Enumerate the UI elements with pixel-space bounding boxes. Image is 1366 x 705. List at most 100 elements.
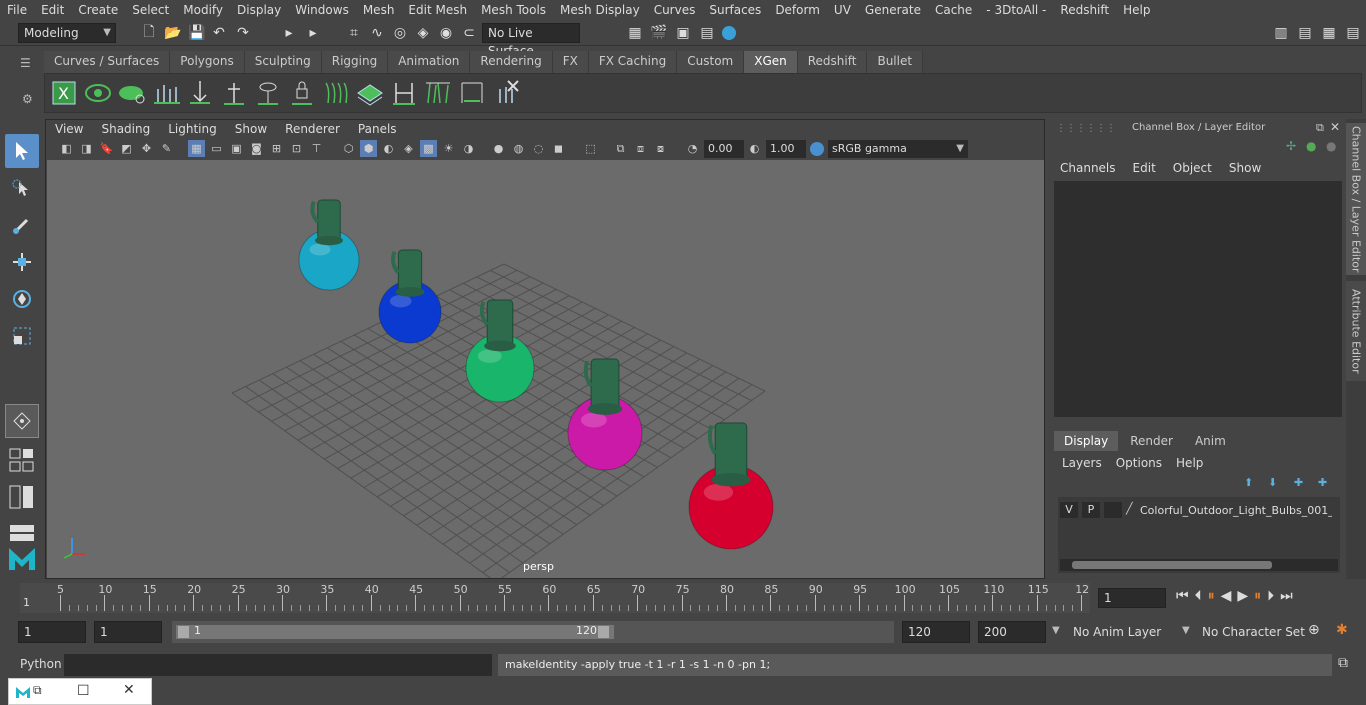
viewport-menu-show[interactable]: Show xyxy=(226,122,276,136)
film-gate-icon[interactable]: ▭ xyxy=(208,140,225,157)
layer-type-toggle[interactable] xyxy=(1104,502,1122,518)
shadows-icon[interactable]: ◑ xyxy=(460,140,477,157)
snap-surface-icon[interactable]: ◉ xyxy=(437,24,455,42)
layer-tab-render[interactable]: Render xyxy=(1120,431,1183,451)
move-layer-down-icon[interactable]: ⬇ xyxy=(1268,476,1277,489)
attribute-editor-toggle-icon[interactable]: ▦ xyxy=(1320,24,1338,42)
anti-aliasing-icon[interactable]: ◌ xyxy=(530,140,547,157)
channel-menu-channels[interactable]: Channels xyxy=(1060,161,1116,175)
open-scene-icon[interactable]: 📂 xyxy=(164,24,182,42)
smooth-shade-icon[interactable]: ⬢ xyxy=(360,140,377,157)
xgen-editor-icon[interactable]: X xyxy=(49,78,79,108)
workspace-icon[interactable]: ▥ xyxy=(1272,24,1290,42)
blue-bulb[interactable] xyxy=(378,249,442,344)
new-layer-selected-icon[interactable]: ✚ xyxy=(1318,476,1327,489)
xgen-delete-guide-icon[interactable] xyxy=(491,78,521,108)
paint-select-tool-icon[interactable] xyxy=(5,208,39,242)
channel-menu-object[interactable]: Object xyxy=(1173,161,1212,175)
layer-tab-display[interactable]: Display xyxy=(1054,431,1119,451)
live-surface-field[interactable]: No Live Surface xyxy=(482,23,580,58)
speed-icon[interactable]: ● xyxy=(1306,139,1316,153)
end-time-field[interactable]: 200 xyxy=(978,621,1046,643)
step-forward-icon[interactable]: ⏵ xyxy=(1267,588,1274,604)
select-object-icon[interactable]: ▸ xyxy=(304,24,322,42)
hyper-icon[interactable]: ● xyxy=(1326,139,1336,153)
range-start-handle[interactable] xyxy=(178,626,189,638)
safe-action-icon[interactable]: ⊡ xyxy=(288,140,305,157)
depth-of-field-icon[interactable]: ◼ xyxy=(550,140,567,157)
ipr-render-icon[interactable]: ▣ xyxy=(674,24,692,42)
shelf-settings-icon[interactable]: ⚙ xyxy=(22,92,36,106)
xgen-preview-icon[interactable] xyxy=(83,78,113,108)
menu-generate[interactable]: Generate xyxy=(858,3,928,17)
exposure-icon[interactable]: ◔ xyxy=(684,140,701,157)
animation-preferences-icon[interactable]: ✱ xyxy=(1336,622,1348,638)
scale-tool-icon[interactable] xyxy=(5,319,39,353)
playback-start-field[interactable]: 1 xyxy=(94,621,162,643)
color-management-icon[interactable] xyxy=(808,140,825,157)
color-space-dropdown[interactable]: sRGB gamma ▼ xyxy=(828,140,968,158)
range-slider[interactable]: 1 120 xyxy=(172,621,894,643)
move-layer-up-icon[interactable]: ⬆ xyxy=(1244,476,1253,489)
step-forward-key-icon[interactable]: ⏸ xyxy=(1254,588,1261,604)
shelf-tab-curves-surfaces[interactable]: Curves / Surfaces xyxy=(44,51,171,73)
menu-edit-mesh[interactable]: Edit Mesh xyxy=(401,3,474,17)
cyan-bulb[interactable] xyxy=(298,199,360,291)
xray-icon[interactable]: ⧉ xyxy=(612,140,629,157)
layer-color-icon[interactable]: ╱ xyxy=(1126,502,1140,518)
shelf-tab-polygons[interactable]: Polygons xyxy=(170,51,245,73)
grease-pencil-icon[interactable]: ✎ xyxy=(158,140,175,157)
viewport-menu-renderer[interactable]: Renderer xyxy=(276,122,349,136)
shelf-tab-animation[interactable]: Animation xyxy=(388,51,471,73)
two-view-layout-icon[interactable] xyxy=(5,480,39,514)
render-settings-icon[interactable]: ▦ xyxy=(626,24,644,42)
step-back-key-icon[interactable]: ⏸ xyxy=(1208,588,1215,604)
hypershade-icon[interactable] xyxy=(720,24,738,42)
scrollbar-thumb[interactable] xyxy=(1072,561,1272,569)
xgen-add-guide-icon[interactable] xyxy=(151,78,181,108)
layer-row[interactable]: V P ╱ Colorful_Outdoor_Light_Bulbs_001_l… xyxy=(1060,501,1340,519)
layer-menu-help[interactable]: Help xyxy=(1176,456,1203,470)
command-input[interactable] xyxy=(64,654,492,676)
step-back-icon[interactable]: ⏴ xyxy=(1195,588,1202,604)
panel-grip-icon[interactable]: ⋮⋮⋮⋮⋮⋮ xyxy=(1056,123,1116,134)
four-view-layout-icon[interactable] xyxy=(5,442,39,476)
menu-file[interactable]: File xyxy=(0,3,34,17)
menu-create[interactable]: Create xyxy=(71,3,125,17)
menu-select[interactable]: Select xyxy=(125,3,176,17)
viewport-menu-view[interactable]: View xyxy=(46,122,92,136)
character-set-dropdown[interactable]: No Character Set xyxy=(1197,622,1305,644)
use-all-lights-icon[interactable]: ☀ xyxy=(440,140,457,157)
snap-point-icon[interactable]: ◎ xyxy=(391,24,409,42)
menu-mesh-display[interactable]: Mesh Display xyxy=(553,3,647,17)
ambient-occlusion-icon[interactable]: ● xyxy=(490,140,507,157)
xgen-groom-icon[interactable] xyxy=(355,78,385,108)
layer-tab-anim[interactable]: Anim xyxy=(1184,431,1236,451)
start-time-field[interactable]: 1 xyxy=(18,621,86,643)
playback-end-field[interactable]: 120 xyxy=(902,621,970,643)
safe-title-icon[interactable]: ⊤ xyxy=(308,140,325,157)
xgen-comb-icon[interactable] xyxy=(321,78,351,108)
magnet-icon[interactable]: ⊂ xyxy=(460,24,478,42)
soft-select-icon[interactable] xyxy=(5,404,39,438)
shelf-tab-fx[interactable]: FX xyxy=(552,51,589,73)
shelf-tab-rendering[interactable]: Rendering xyxy=(470,51,553,73)
xgen-move-guide-icon[interactable] xyxy=(185,78,215,108)
layer-horizontal-scrollbar[interactable] xyxy=(1060,559,1338,571)
script-language-label[interactable]: Python xyxy=(20,657,62,671)
gate-mask-icon[interactable]: ◙ xyxy=(248,140,265,157)
shelf-tab-xgen[interactable]: XGen xyxy=(744,51,798,73)
field-chart-icon[interactable]: ⊞ xyxy=(268,140,285,157)
isolate-select-icon[interactable]: ⬚ xyxy=(582,140,599,157)
motion-blur-icon[interactable]: ◍ xyxy=(510,140,527,157)
shelf-tab-sculpting[interactable]: Sculpting xyxy=(244,51,322,73)
move-tool-icon[interactable] xyxy=(5,245,39,279)
shelf-tab-custom[interactable]: Custom xyxy=(677,51,745,73)
snap-grid-icon[interactable]: ⌗ xyxy=(345,24,363,42)
rotate-tool-icon[interactable] xyxy=(5,282,39,316)
play-backwards-icon[interactable]: ◀ xyxy=(1221,588,1232,604)
bookmark-icon[interactable]: 🔖 xyxy=(98,140,115,157)
mode-dropdown[interactable]: Modeling ▼ xyxy=(18,23,116,43)
menu-modify[interactable]: Modify xyxy=(176,3,230,17)
play-forwards-icon[interactable]: ▶ xyxy=(1237,588,1248,604)
